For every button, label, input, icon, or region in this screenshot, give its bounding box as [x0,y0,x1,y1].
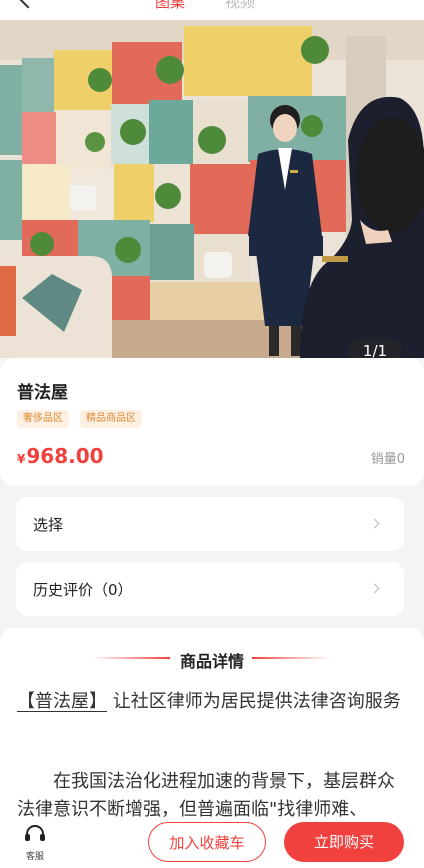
tab-video[interactable]: 视频 [225,0,255,10]
detail-paragraph-intro: 【普法屋】 让社区律师为居民提供法律咨询服务 [17,688,409,716]
product-title: 普法屋 [17,383,68,403]
buy-now-button[interactable]: 立即购买 [284,822,404,862]
bottom-action-bar: 客服 加入收藏车 立即购买 [0,818,424,862]
detail-bracket-title: 【普法屋】 [17,691,107,712]
review-label: 历史评价（0） [33,581,133,599]
product-image[interactable]: 1/1 [0,20,424,358]
detail-paragraph-body: 在我国法治化进程加速的背景下，基层群众法律意识不断增强，但普遍面临"找律师难、 [17,771,395,820]
product-price: ¥968.00 [17,444,104,468]
add-to-cart-button[interactable]: 加入收藏车 [148,822,266,862]
price-value: 968.00 [26,444,104,468]
headset-icon [25,825,45,841]
customer-service-button[interactable]: 客服 [20,824,50,862]
detail-heading: 商品详情 [179,652,244,671]
back-arrow-icon[interactable] [19,0,37,9]
sales-count: 销量0 [370,452,405,467]
tag-luxury-zone: 奢侈品区 [17,410,69,428]
detail-intro-text: 让社区律师为居民提供法律咨询服务 [112,691,401,712]
tab-gallery[interactable]: 图集 [155,0,185,10]
product-photo-illustration [0,20,424,358]
tag-premium-zone: 精品商品区 [80,410,142,428]
select-spec-row[interactable]: 选择 [16,497,404,551]
chevron-right-icon [369,583,380,594]
chevron-right-icon [369,518,380,529]
customer-service-label: 客服 [25,852,44,862]
history-review-row[interactable]: 历史评价（0） [16,562,404,616]
select-label: 选择 [33,516,64,534]
price-currency-symbol: ¥ [17,452,26,466]
top-bar: 图集 视频 [0,0,424,20]
image-counter: 1/1 [348,338,402,358]
product-info-card: 普法屋 奢侈品区 精品商品区 ¥968.00 销量0 [0,358,424,486]
